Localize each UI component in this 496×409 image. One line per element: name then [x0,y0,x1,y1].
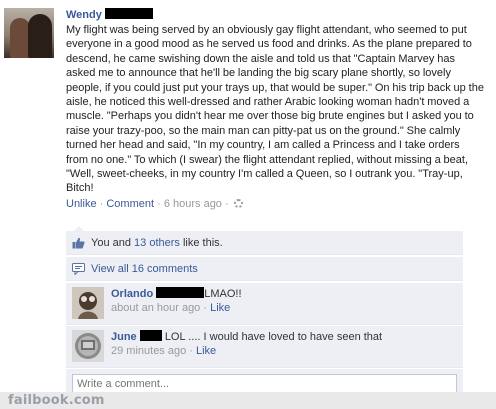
author-name[interactable]: Wendy [66,9,102,21]
privacy-gear-icon[interactable] [233,198,243,208]
post-content: Wendy My flight was being served by an o… [66,8,484,210]
facebook-post: Wendy My flight was being served by an o… [0,0,496,409]
action-separator: · [221,197,232,210]
thumbs-up-icon [72,237,85,249]
redacted-surname [104,8,153,19]
author-avatar[interactable] [4,8,54,58]
commenter-name[interactable]: June [111,331,137,343]
comment-separator: · [200,302,211,314]
post-message: My flight was being served by an obvious… [66,24,484,195]
post-header: Wendy [66,8,484,21]
action-separator: · [96,197,107,210]
comment-timestamp[interactable]: about an hour ago [111,302,200,314]
unlike-link[interactable]: Unlike [66,198,97,210]
comment-body: June LOL .... I would have loved to have… [111,330,456,358]
comment-like-link[interactable]: Like [196,345,216,357]
commenter-avatar[interactable] [72,287,104,319]
comment-meta: 29 minutes ago · Like [111,344,456,358]
comment-text: LMAO!! [204,288,242,300]
view-all-comments-link[interactable]: View all 16 comments [91,263,198,275]
likes-you: You and [91,237,135,249]
comment-link[interactable]: Comment [106,198,154,210]
write-comment-input[interactable] [72,374,457,394]
action-separator: · [154,197,164,210]
comment-item: June LOL .... I would have loved to have… [66,326,463,368]
comment-timestamp[interactable]: 29 minutes ago [111,345,186,357]
likes-others-link[interactable]: 13 others [134,237,180,249]
likes-suffix: like this. [179,237,223,249]
likes-row: You and 13 others like this. [66,226,463,255]
post-timestamp[interactable]: 6 hours ago [164,198,222,210]
comment-like-link[interactable]: Like [210,302,230,314]
comment-body: Orlando LMAO!! about an hour ago · Like [111,287,456,315]
commenter-name[interactable]: Orlando [111,288,153,300]
redacted-surname [156,287,205,298]
comment-item: Orlando LMAO!! about an hour ago · Like [66,283,463,325]
post-actions: Unlike · Comment · 6 hours ago · [66,198,484,210]
comment-text: LOL .... I would have loved to have seen… [164,331,383,343]
likes-text: You and 13 others like this. [91,237,223,249]
commenter-avatar[interactable] [72,330,104,362]
site-watermark: failbook.com [8,393,105,408]
comment-separator: · [186,345,196,357]
caret-pointer [74,226,84,231]
view-all-row[interactable]: View all 16 comments [66,257,463,281]
comment-meta: about an hour ago · Like [111,301,456,315]
comment-bubble-icon [72,263,85,275]
redacted-surname [139,330,162,341]
